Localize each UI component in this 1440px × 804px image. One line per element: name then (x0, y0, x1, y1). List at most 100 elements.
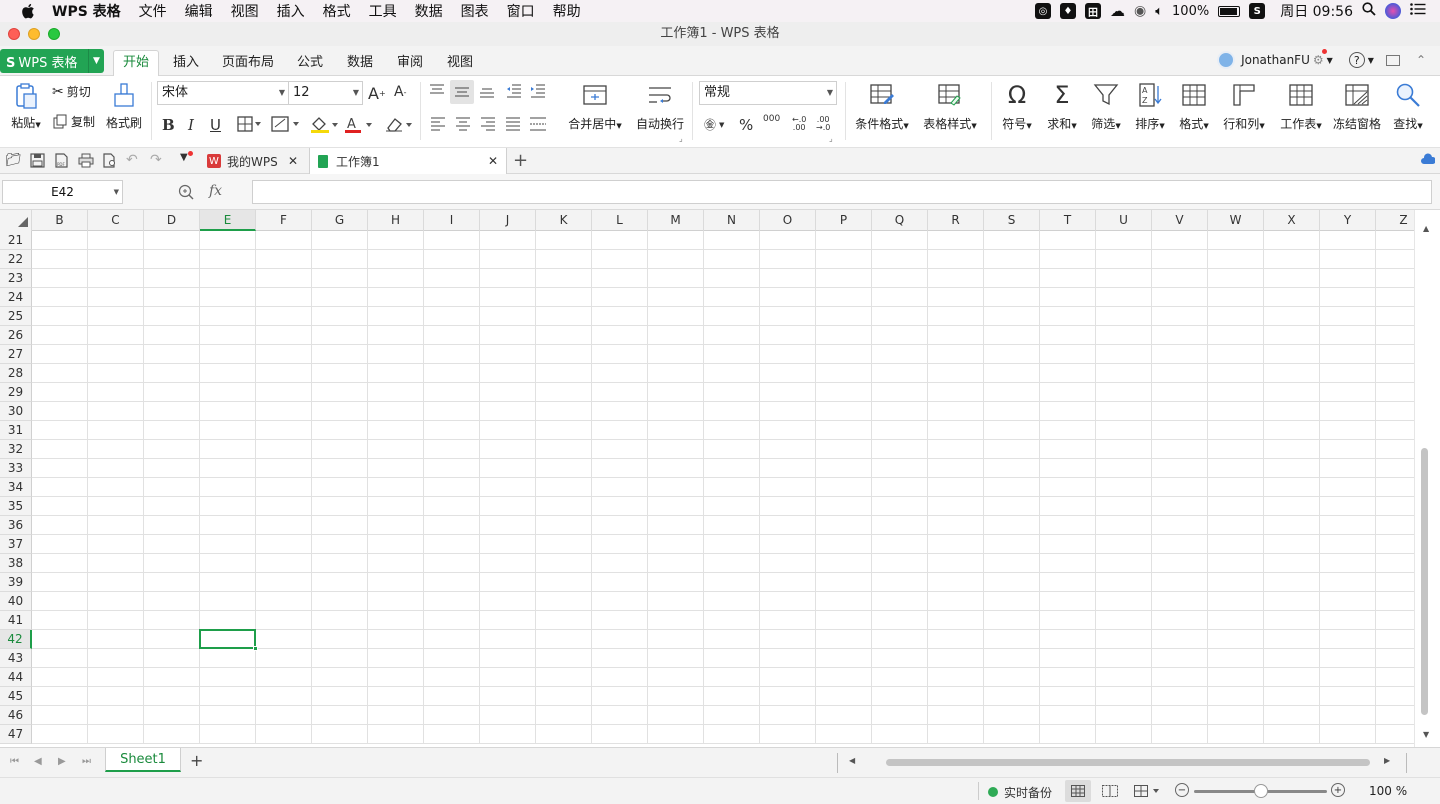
prev-sheet-icon[interactable]: ◀ (34, 756, 42, 767)
status-grid-icon[interactable]: 田 (1085, 3, 1101, 19)
print-icon[interactable] (78, 153, 94, 168)
menu-window[interactable]: 窗口 (507, 1, 535, 21)
tab-view[interactable]: 视图 (440, 51, 480, 76)
freeze-panes-button[interactable]: 冻结窗格 (1332, 82, 1382, 132)
clear-format-icon[interactable] (384, 116, 414, 134)
cell-style-icon[interactable] (271, 116, 301, 132)
row-header[interactable]: 41 (0, 611, 32, 630)
font-name-select[interactable]: 宋体 ▼ (157, 81, 289, 105)
zoom-in-icon[interactable]: + (1331, 783, 1345, 797)
currency-icon[interactable]: ㊎ ▼ (704, 116, 724, 133)
column-header[interactable]: Q (872, 210, 928, 231)
column-header[interactable]: N (704, 210, 760, 231)
percent-icon[interactable]: % (739, 116, 753, 134)
row-header[interactable]: 43 (0, 649, 32, 668)
close-tab-icon[interactable]: ✕ (288, 154, 298, 168)
status-app-icon-1[interactable]: ◎ (1035, 3, 1051, 19)
italic-icon[interactable]: I (188, 116, 194, 134)
column-header[interactable]: M (648, 210, 704, 231)
align-top-icon[interactable] (429, 84, 445, 98)
row-header[interactable]: 31 (0, 421, 32, 440)
feedback-icon[interactable] (1385, 54, 1400, 66)
column-header[interactable]: J (480, 210, 536, 231)
apple-menu-icon[interactable] (18, 0, 38, 22)
row-header[interactable]: 25 (0, 307, 32, 326)
row-header[interactable]: 23 (0, 269, 32, 288)
row-header[interactable]: 38 (0, 554, 32, 573)
doc-tab-workbook[interactable]: 工作簿1 ✕ (309, 148, 507, 174)
wechat-icon[interactable]: ☁ (1110, 2, 1125, 20)
siri-icon[interactable] (1385, 3, 1401, 19)
format-painter-button[interactable]: 格式刷 (104, 82, 144, 131)
zoom-slider-knob[interactable] (1254, 784, 1268, 798)
wrap-text-button[interactable]: 自动换行 (634, 82, 686, 132)
redo-icon[interactable]: ↷ (150, 152, 162, 168)
scroll-up-icon[interactable]: ▲ (1423, 224, 1429, 233)
column-header[interactable]: T (1040, 210, 1096, 231)
align-center-icon[interactable] (455, 117, 471, 131)
row-header[interactable]: 30 (0, 402, 32, 421)
window-minimize-button[interactable] (28, 28, 40, 40)
battery-icon[interactable] (1218, 5, 1241, 17)
row-header[interactable]: 32 (0, 440, 32, 459)
help-dropdown-icon[interactable]: ▼ (1368, 56, 1374, 65)
microphone-icon[interactable]: ♦ (1060, 3, 1076, 19)
cloud-sync-icon[interactable] (1421, 153, 1435, 165)
avatar[interactable] (1217, 51, 1236, 69)
row-header[interactable]: 33 (0, 459, 32, 478)
normal-view-icon[interactable] (1065, 780, 1091, 802)
name-box[interactable]: E42 ▼ (2, 180, 123, 204)
column-header[interactable]: Z (1376, 210, 1414, 231)
increase-indent-icon[interactable] (530, 84, 546, 98)
row-header[interactable]: 37 (0, 535, 32, 554)
conditional-format-button[interactable]: 条件格式▼ (852, 82, 912, 132)
tab-insert[interactable]: 插入 (166, 51, 206, 76)
menu-tools[interactable]: 工具 (369, 1, 397, 21)
row-header[interactable]: 35 (0, 497, 32, 516)
column-header[interactable]: Y (1320, 210, 1376, 231)
row-header[interactable]: 40 (0, 592, 32, 611)
formula-input[interactable] (252, 180, 1432, 204)
align-right-icon[interactable] (480, 117, 496, 131)
row-header[interactable]: 27 (0, 345, 32, 364)
tab-data[interactable]: 数据 (340, 51, 380, 76)
merge-center-button[interactable]: 合并居中▼ (566, 82, 624, 132)
menubar-clock[interactable]: 周日 09:56 (1280, 1, 1353, 21)
column-header[interactable]: S (984, 210, 1040, 231)
paste-button[interactable]: 粘贴▼ (6, 82, 46, 131)
column-header[interactable]: P (816, 210, 872, 231)
column-header[interactable]: K (536, 210, 592, 231)
tab-review[interactable]: 审阅 (390, 51, 430, 76)
column-header[interactable]: R (928, 210, 984, 231)
row-header[interactable]: 26 (0, 326, 32, 345)
borders-icon[interactable] (237, 116, 261, 132)
horizontal-scroll-thumb[interactable] (886, 759, 1370, 766)
sheet-tab-sheet1[interactable]: Sheet1 (105, 748, 181, 772)
volume-icon[interactable]: 🔈︎ (1155, 4, 1163, 19)
number-format-select[interactable]: 常规 ▼ (699, 81, 837, 105)
doc-tab-my-wps[interactable]: W 我的WPS ✕ (200, 148, 306, 174)
font-size-select[interactable]: 12 ▼ (288, 81, 363, 105)
table-style-button[interactable]: 表格样式▼ (920, 82, 980, 132)
wps-app-button[interactable]: S WPS 表格 ▼ (0, 49, 104, 73)
sum-button[interactable]: Σ 求和▼ (1043, 82, 1081, 132)
row-header[interactable]: 44 (0, 668, 32, 687)
zoom-level[interactable]: 100 % (1369, 784, 1407, 798)
decrease-font-icon[interactable]: A- (394, 84, 406, 100)
zoom-formula-icon[interactable] (178, 184, 194, 200)
customize-toolbar-icon[interactable]: ▼ (180, 151, 193, 163)
menu-view[interactable]: 视图 (231, 1, 259, 21)
cell-area[interactable] (32, 231, 1414, 744)
row-col-button[interactable]: 行和列▼ (1220, 82, 1268, 132)
row-header[interactable]: 29 (0, 383, 32, 402)
collapse-ribbon-icon[interactable]: ⌃ (1416, 53, 1426, 67)
font-color-icon[interactable]: A (344, 116, 374, 134)
tab-home[interactable]: 开始 (113, 50, 159, 77)
select-all-corner[interactable] (0, 210, 32, 231)
format-button[interactable]: 格式▼ (1175, 82, 1213, 132)
row-header[interactable]: 34 (0, 478, 32, 497)
sort-button[interactable]: AZ 排序▼ (1131, 82, 1169, 132)
column-header[interactable]: W (1208, 210, 1264, 231)
add-sheet-icon[interactable]: + (190, 751, 203, 770)
menu-app-name[interactable]: WPS 表格 (52, 1, 121, 21)
